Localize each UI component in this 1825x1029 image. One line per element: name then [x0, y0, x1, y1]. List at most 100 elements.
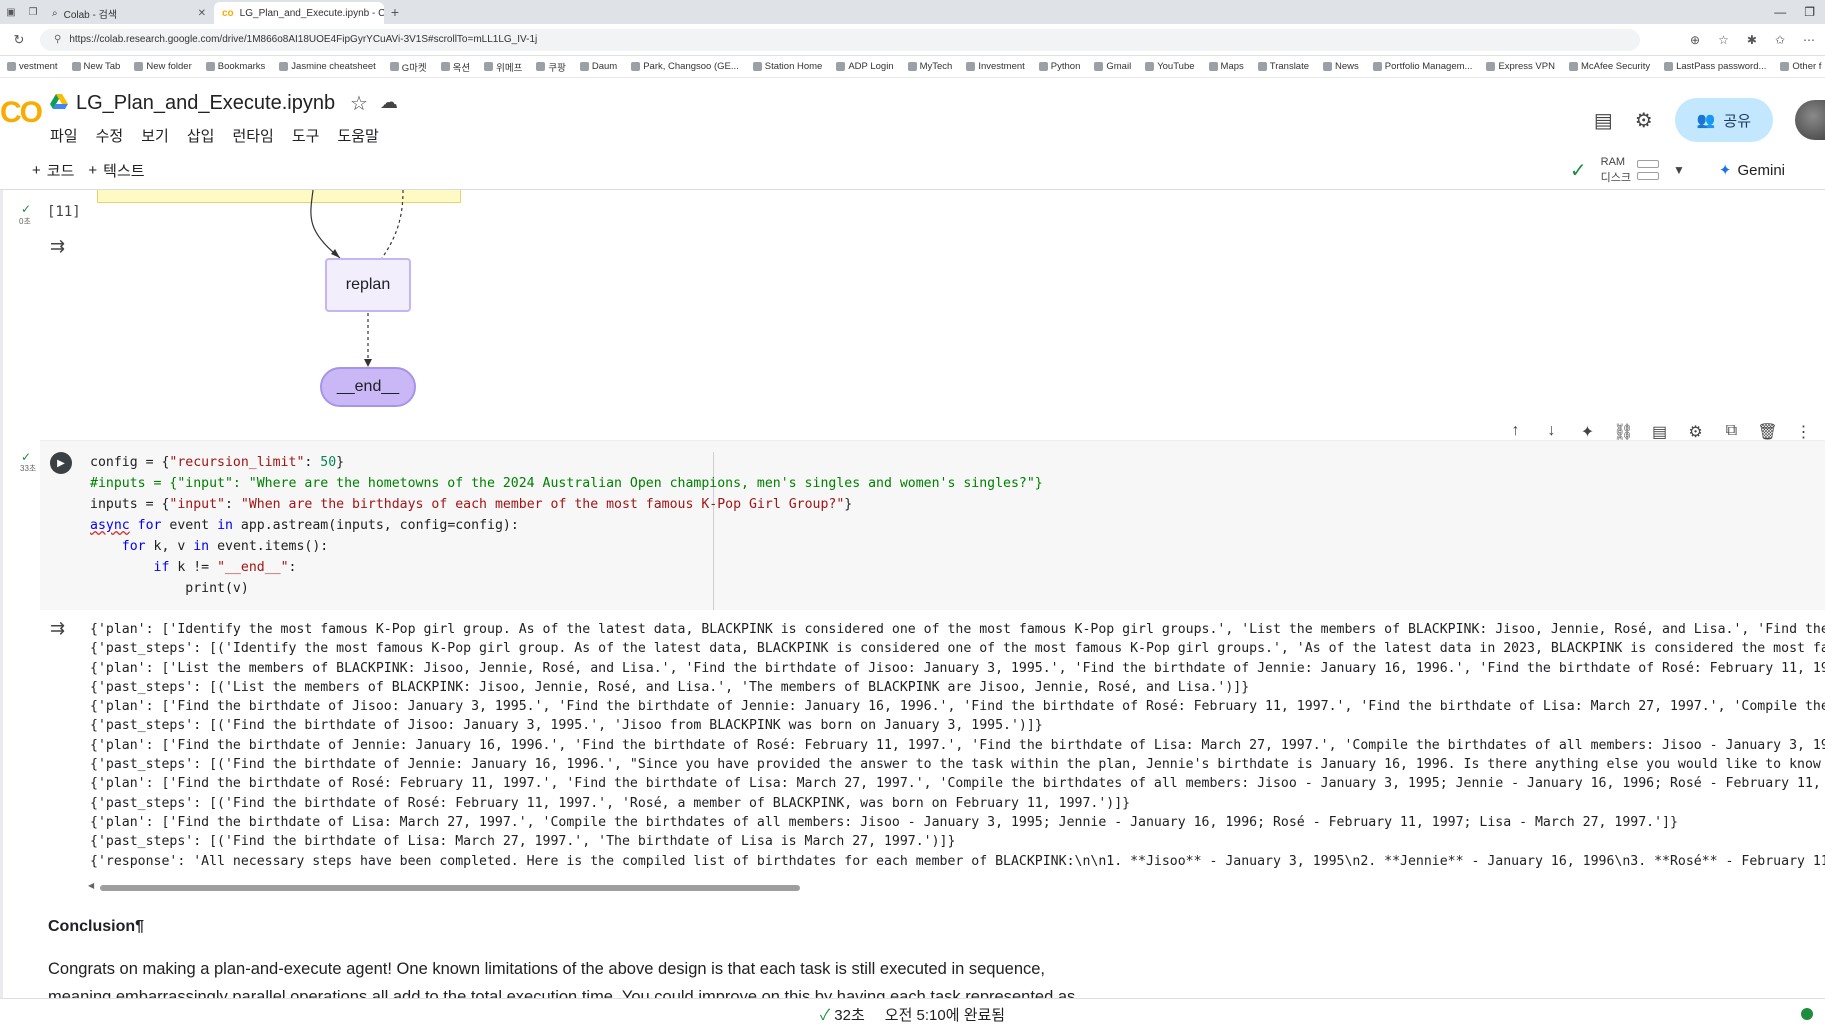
- bookmark-item[interactable]: New Tab: [65, 61, 128, 72]
- bookmark-item[interactable]: Portfolio Managem...: [1366, 61, 1480, 72]
- link-icon[interactable]: ⛓: [1613, 422, 1634, 442]
- cloud-save-icon[interactable]: ☁: [380, 92, 398, 113]
- bookmark-item[interactable]: G마켓: [383, 60, 434, 74]
- gemini-sparkle-icon[interactable]: ✦: [1577, 422, 1598, 442]
- browser-tab-colab-search[interactable]: ⌕ Colab - 검색 ✕: [44, 2, 214, 24]
- output-toggle-icon[interactable]: ⇉: [50, 618, 65, 639]
- browser-tab-notebook[interactable]: co LG_Plan_and_Execute.ipynb - Cola ✕: [214, 2, 384, 24]
- bookmark-favicon-icon: [536, 62, 546, 71]
- favorites-icon[interactable]: ✩: [1775, 33, 1785, 47]
- output-line: {'plan': ['Identify the most famous K-Po…: [90, 622, 1825, 637]
- restore-icon[interactable]: ❐: [1804, 5, 1815, 19]
- bookmark-item[interactable]: Express VPN: [1479, 61, 1562, 72]
- disk-label: 디스크: [1600, 172, 1632, 184]
- more-vert-icon[interactable]: ⋮: [1793, 422, 1814, 442]
- gemini-button[interactable]: ✦ Gemini: [1719, 161, 1785, 180]
- bookmark-item[interactable]: Python: [1032, 61, 1088, 72]
- code-line-4: async for event in app.astream(inputs, c…: [90, 518, 519, 533]
- bookmark-item[interactable]: 위메프: [477, 60, 529, 74]
- site-info-icon[interactable]: ⚲: [54, 34, 61, 45]
- zoom-icon[interactable]: ⊕: [1690, 33, 1700, 47]
- run-cell-button[interactable]: ▶: [50, 452, 72, 474]
- bookmark-item[interactable]: LastPass password...: [1657, 61, 1773, 72]
- bookmark-item[interactable]: 쿠팡: [529, 60, 572, 74]
- add-text-button[interactable]: + 텍스트: [88, 160, 144, 181]
- add-code-button[interactable]: + 코드: [32, 160, 74, 181]
- menu-insert[interactable]: 삽입: [187, 125, 215, 146]
- resource-monitor[interactable]: RAM 디스크: [1600, 154, 1660, 186]
- code-editor[interactable]: config = {"recursion_limit": 50} #inputs…: [90, 452, 1043, 599]
- bookmark-item[interactable]: McAfee Security: [1562, 61, 1657, 72]
- close-tab-icon[interactable]: ✕: [198, 8, 206, 19]
- menu-tools[interactable]: 도구: [292, 125, 320, 146]
- comments-icon[interactable]: ▤: [1594, 108, 1613, 133]
- mirror-cell-icon[interactable]: ⧉: [1721, 422, 1742, 442]
- bookmark-label: New Tab: [83, 61, 121, 72]
- delete-icon[interactable]: 🗑: [1757, 422, 1778, 442]
- settings-gear-icon[interactable]: ⚙: [1635, 108, 1653, 133]
- address-bar-actions: ⊕ ☆ ✱ ✩ ⋯: [1690, 33, 1825, 47]
- menu-file[interactable]: 파일: [50, 125, 78, 146]
- bookmark-label: Translate: [1269, 61, 1310, 72]
- google-drive-icon: [50, 94, 68, 109]
- cell-settings-icon[interactable]: ⚙: [1685, 422, 1706, 442]
- menu-edit[interactable]: 수정: [96, 125, 124, 146]
- window-controls: — ❐: [1774, 5, 1825, 19]
- bookmark-item[interactable]: Other f: [1773, 61, 1825, 72]
- bookmark-item[interactable]: Station Home: [746, 61, 830, 72]
- notebook-title[interactable]: LG_Plan_and_Execute.ipynb: [76, 92, 335, 115]
- bookmark-item[interactable]: Investment: [959, 61, 1031, 72]
- ram-bar: [1637, 160, 1660, 168]
- scrollbar-thumb[interactable]: [100, 885, 800, 891]
- comment-icon[interactable]: ▤: [1649, 422, 1670, 442]
- bookmark-item[interactable]: YouTube: [1138, 61, 1201, 72]
- move-down-icon[interactable]: ↓: [1541, 422, 1562, 442]
- colab-favicon-icon: co: [222, 7, 234, 19]
- bookmark-item[interactable]: News: [1316, 61, 1366, 72]
- code-exec-time: 33초: [20, 464, 37, 473]
- horizontal-scrollbar[interactable]: ◀: [88, 881, 1825, 892]
- bookmark-item[interactable]: Park, Changsoo (GE...: [624, 61, 746, 72]
- code-line-3: inputs = {"input": "When are the birthda…: [90, 497, 853, 512]
- bookmark-item[interactable]: 옥션: [434, 60, 477, 74]
- menu-help[interactable]: 도움말: [337, 125, 378, 146]
- code-line-1: config = {"recursion_limit": 50}: [90, 455, 345, 470]
- colab-logo[interactable]: CO: [0, 96, 43, 130]
- browser-menu-icon[interactable]: ▣: [0, 7, 22, 18]
- minimize-icon[interactable]: —: [1774, 5, 1786, 19]
- bookmark-item[interactable]: ADP Login: [829, 61, 900, 72]
- menu-view[interactable]: 보기: [141, 125, 169, 146]
- output-toggle-icon[interactable]: ⇉: [50, 236, 65, 257]
- bookmarks-bar: vestment New Tab New folder Bookmarks Jasmin…: [0, 56, 1825, 78]
- more-icon[interactable]: ⋯: [1803, 33, 1815, 47]
- bookmark-favicon-icon: [1568, 62, 1578, 71]
- extensions-icon[interactable]: ✱: [1747, 33, 1757, 47]
- share-button[interactable]: 👥 공유: [1674, 98, 1773, 142]
- arrow-head: [331, 249, 340, 258]
- search-icon: ⌕: [52, 7, 58, 19]
- chevron-down-icon[interactable]: ▼: [1673, 163, 1685, 177]
- bookmark-item[interactable]: Gmail: [1087, 61, 1138, 72]
- bookmark-item[interactable]: MyTech: [901, 61, 960, 72]
- bookmark-item[interactable]: Daum: [573, 61, 624, 72]
- bookmark-item[interactable]: Maps: [1202, 61, 1251, 72]
- bookmark-item[interactable]: Jasmine cheatsheet: [272, 61, 383, 72]
- bookmark-label: LastPass password...: [1676, 61, 1767, 72]
- bookmark-item[interactable]: vestment: [0, 61, 65, 72]
- new-tab-button[interactable]: +: [384, 4, 406, 20]
- bookmark-star-icon[interactable]: ☆: [1718, 33, 1729, 47]
- star-icon[interactable]: ☆: [350, 91, 368, 116]
- bookmark-label: Express VPN: [1498, 61, 1555, 72]
- bookmark-item[interactable]: Bookmarks: [199, 61, 273, 72]
- bookmark-item[interactable]: Translate: [1251, 61, 1316, 72]
- bookmark-label: 옥션: [452, 62, 471, 74]
- reload-icon[interactable]: ↻: [8, 32, 30, 48]
- move-up-icon[interactable]: ↑: [1505, 422, 1526, 442]
- avatar[interactable]: [1795, 100, 1825, 140]
- tab-actions-icon[interactable]: ❐: [22, 7, 44, 18]
- bookmark-favicon-icon: [7, 62, 16, 71]
- url-field[interactable]: ⚲ https://colab.research.google.com/driv…: [40, 28, 1640, 51]
- bookmark-item[interactable]: New folder: [127, 61, 198, 72]
- menu-runtime[interactable]: 런타임: [232, 125, 273, 146]
- scroll-left-icon[interactable]: ◀: [88, 881, 94, 890]
